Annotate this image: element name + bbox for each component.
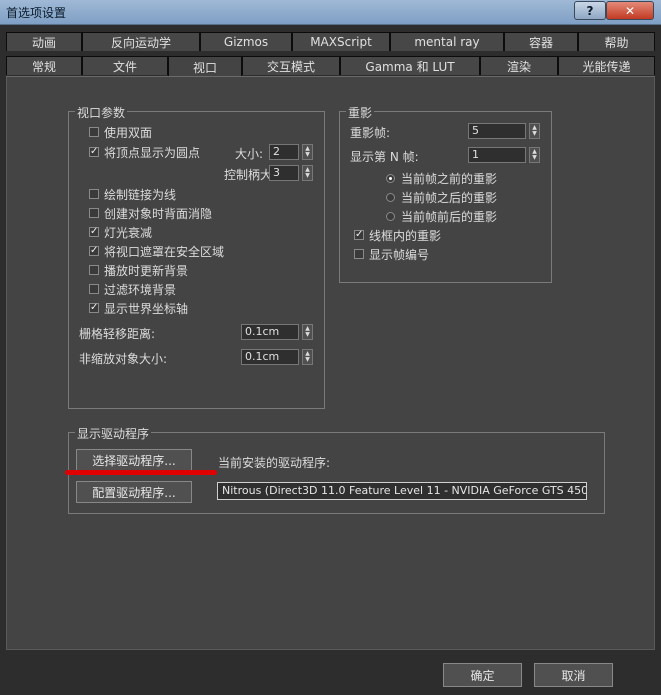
ghost-frames-spinner[interactable]: 5 ▲ ▼ [468, 123, 540, 139]
filter-env-bg-option[interactable]: 过滤环境背景 [89, 281, 176, 297]
ghost-frames-input[interactable]: 5 [468, 123, 526, 139]
ghost-after-option[interactable]: 当前帧之后的重影 [386, 189, 497, 205]
ghost-after-label: 当前帧之后的重影 [401, 190, 498, 205]
show-frame-numbers-checkbox[interactable] [354, 249, 364, 259]
display-driver-title: 显示驱动程序 [75, 425, 152, 442]
grid-nudge-label: 栅格轻移距离: [79, 327, 156, 341]
installed-driver-field: Nitrous (Direct3D 11.0 Feature Level 11 … [217, 482, 587, 500]
ghost-before-after-label: 当前帧前后的重影 [401, 209, 498, 224]
size-spinner-arrows-icon[interactable]: ▲ ▼ [302, 144, 313, 160]
tab-gamma-lut[interactable]: Gamma 和 LUT [340, 56, 480, 75]
wireframe-ghost-checkbox[interactable]: ✓ [354, 230, 364, 240]
ok-button[interactable]: 确定 [443, 663, 522, 687]
viewport-parameters-title: 视口参数 [75, 104, 128, 121]
backface-cull-checkbox[interactable] [89, 208, 99, 218]
tab-files[interactable]: 文件 [82, 56, 168, 75]
filter-env-bg-label: 过滤环境背景 [104, 282, 177, 297]
ghosting-title: 重影 [346, 104, 375, 121]
size-spinner[interactable]: 2 ▲ ▼ [269, 144, 313, 160]
show-vertices-dots-option[interactable]: ✓ 将顶点显示为圆点 [89, 144, 200, 160]
update-bg-label: 播放时更新背景 [104, 263, 189, 278]
non-scaling-size-input[interactable]: 0.1cm [241, 349, 299, 365]
every-nth-label: 显示第 N 帧: [350, 150, 419, 164]
tab-viewports[interactable]: 视口 [168, 56, 242, 77]
tab-help[interactable]: 帮助 [578, 32, 655, 51]
tab-maxscript[interactable]: MAXScript [292, 32, 390, 51]
title-bar[interactable]: 首选项设置 ? ✕ [0, 0, 661, 25]
ghost-before-after-radio[interactable] [386, 211, 395, 221]
tab-radiosity[interactable]: 光能传递 [558, 56, 655, 75]
show-world-axis-label: 显示世界坐标轴 [104, 301, 189, 316]
show-world-axis-checkbox[interactable]: ✓ [89, 303, 99, 313]
grid-nudge-spinner[interactable]: 0.1cm ▲ ▼ [241, 324, 313, 340]
close-button[interactable]: ✕ [606, 1, 654, 20]
tab-content-panel: 视口参数 使用双面 ✓ 将顶点显示为圆点 大小: 2 ▲ ▼ 控制柄大小: 3 ▲… [6, 76, 655, 687]
help-button[interactable]: ? [574, 1, 606, 20]
filter-env-bg-checkbox[interactable] [89, 284, 99, 294]
use-dual-planes-option[interactable]: 使用双面 [89, 124, 152, 140]
attenuate-lights-option[interactable]: ✓ 灯光衰减 [89, 224, 152, 240]
show-vertices-dots-checkbox[interactable]: ✓ [89, 147, 99, 157]
size-input[interactable]: 2 [269, 144, 299, 160]
every-nth-spinner-arrows-icon[interactable]: ▲ ▼ [529, 147, 540, 163]
tab-mental-ray[interactable]: mental ray [390, 32, 504, 51]
ghost-before-radio[interactable] [386, 173, 395, 183]
non-scaling-size-spinner[interactable]: 0.1cm ▲ ▼ [241, 349, 313, 365]
draw-links-label: 绘制链接为线 [104, 187, 177, 202]
attenuate-lights-checkbox[interactable]: ✓ [89, 227, 99, 237]
use-dual-planes-label: 使用双面 [104, 125, 153, 140]
tab-animation[interactable]: 动画 [6, 32, 82, 51]
show-frame-numbers-option[interactable]: 显示帧编号 [354, 246, 429, 262]
handle-size-spinner-arrows-icon[interactable]: ▲ ▼ [302, 165, 313, 181]
window-title: 首选项设置 [6, 6, 67, 20]
handle-size-spinner[interactable]: 3 ▲ ▼ [269, 165, 313, 181]
non-scaling-size-spinner-arrows-icon[interactable]: ▲ ▼ [302, 349, 313, 365]
configure-driver-button[interactable]: 配置驱动程序... [76, 481, 192, 503]
tab-interaction-mode[interactable]: 交互模式 [242, 56, 340, 75]
ghost-before-after-option[interactable]: 当前帧前后的重影 [386, 208, 497, 224]
tab-containers[interactable]: 容器 [504, 32, 578, 51]
attenuate-lights-label: 灯光衰减 [104, 225, 153, 240]
cancel-button[interactable]: 取消 [534, 663, 613, 687]
show-frame-numbers-label: 显示帧编号 [369, 247, 430, 262]
ghost-before-label: 当前帧之前的重影 [401, 171, 498, 186]
update-bg-option[interactable]: 播放时更新背景 [89, 262, 188, 278]
tab-rendering[interactable]: 渲染 [480, 56, 558, 75]
ghost-after-radio[interactable] [386, 192, 395, 202]
mask-safe-region-checkbox[interactable]: ✓ [89, 246, 99, 256]
ghosting-group: 重影 重影帧: 5 ▲ ▼ 显示第 N 帧: 1 ▲ ▼ 当前帧之前的重影 当前帧之… [339, 104, 552, 283]
ghost-before-option[interactable]: 当前帧之前的重影 [386, 170, 497, 186]
tab-general[interactable]: 常规 [6, 56, 82, 75]
wireframe-ghost-option[interactable]: ✓ 线框内的重影 [354, 227, 441, 243]
show-vertices-dots-label: 将顶点显示为圆点 [104, 145, 201, 160]
grid-nudge-input[interactable]: 0.1cm [241, 324, 299, 340]
installed-driver-label: 当前安装的驱动程序: [218, 456, 331, 470]
handle-size-input[interactable]: 3 [269, 165, 299, 181]
backface-cull-label: 创建对象时背面消隐 [104, 206, 213, 221]
show-world-axis-option[interactable]: ✓ 显示世界坐标轴 [89, 300, 188, 316]
every-nth-input[interactable]: 1 [468, 147, 526, 163]
viewport-parameters-group: 视口参数 使用双面 ✓ 将顶点显示为圆点 大小: 2 ▲ ▼ 控制柄大小: 3 ▲… [68, 104, 325, 409]
backface-cull-option[interactable]: 创建对象时背面消隐 [89, 205, 212, 221]
use-dual-planes-checkbox[interactable] [89, 127, 99, 137]
tab-ik[interactable]: 反向运动学 [82, 32, 200, 51]
draw-links-option[interactable]: 绘制链接为线 [89, 186, 176, 202]
size-label: 大小: [235, 147, 264, 161]
grid-nudge-spinner-arrows-icon[interactable]: ▲ ▼ [302, 324, 313, 340]
mask-safe-region-label: 将视口遮罩在安全区域 [104, 244, 225, 259]
tab-gizmos[interactable]: Gizmos [200, 32, 292, 51]
wireframe-ghost-label: 线框内的重影 [369, 228, 442, 243]
highlight-underline [65, 470, 217, 475]
draw-links-checkbox[interactable] [89, 189, 99, 199]
non-scaling-size-label: 非缩放对象大小: [79, 352, 168, 366]
mask-safe-region-option[interactable]: ✓ 将视口遮罩在安全区域 [89, 243, 224, 259]
every-nth-spinner[interactable]: 1 ▲ ▼ [468, 147, 540, 163]
choose-driver-button[interactable]: 选择驱动程序... [76, 449, 192, 471]
ghost-frames-spinner-arrows-icon[interactable]: ▲ ▼ [529, 123, 540, 139]
ghost-frames-label: 重影帧: [350, 126, 391, 140]
update-bg-checkbox[interactable] [89, 265, 99, 275]
